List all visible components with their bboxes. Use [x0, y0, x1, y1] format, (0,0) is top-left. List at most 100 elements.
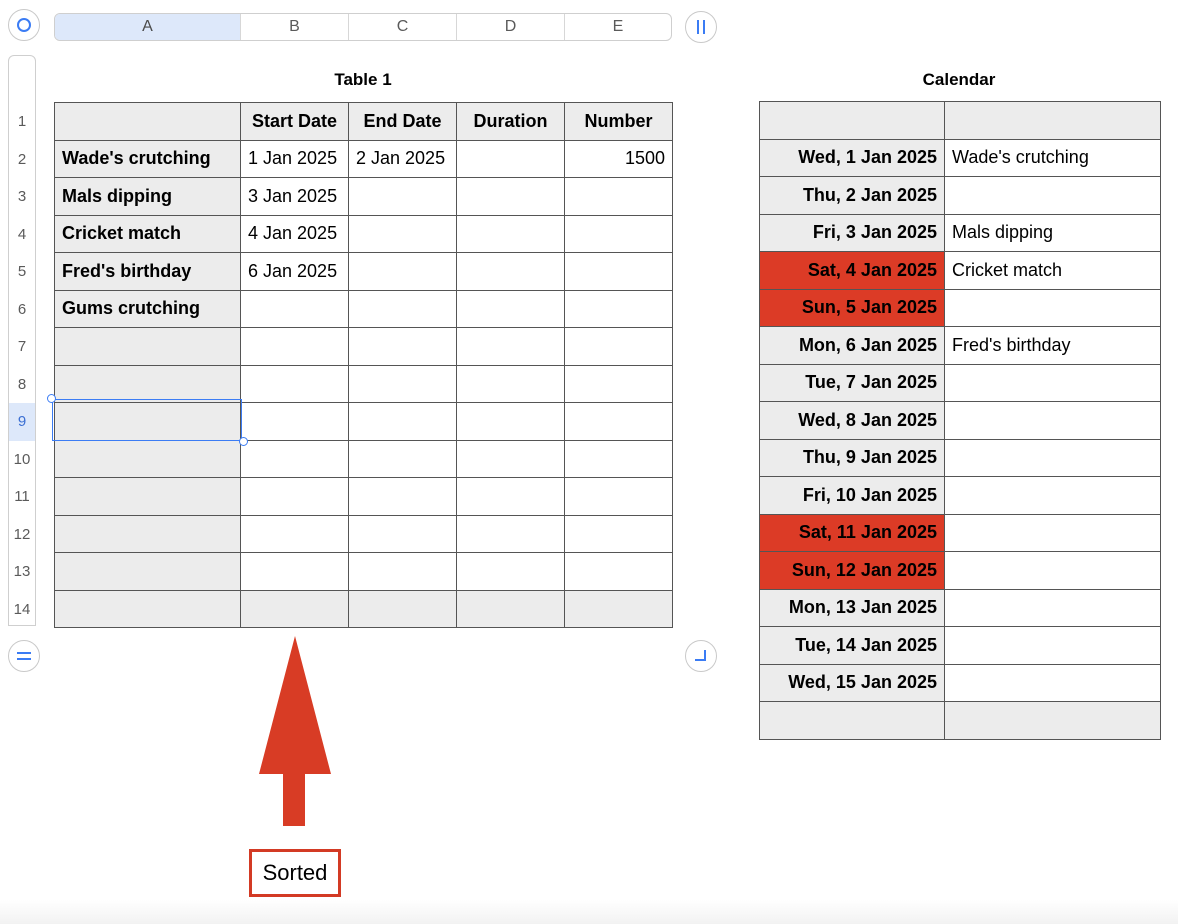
cell-d1[interactable]: Duration: [456, 102, 565, 141]
row-header-13[interactable]: 13: [9, 553, 35, 591]
calendar-date-cell[interactable]: Wed, 8 Jan 2025: [759, 401, 945, 440]
cell-d9[interactable]: [456, 402, 565, 441]
cell-a4[interactable]: Cricket match: [54, 214, 241, 253]
calendar-event-cell[interactable]: Fred's birthday: [944, 326, 1161, 365]
cell-c12[interactable]: [348, 514, 457, 553]
column-header-e[interactable]: E: [565, 14, 671, 40]
calendar-date-cell[interactable]: Thu, 9 Jan 2025: [759, 438, 945, 477]
calendar-event-cell[interactable]: [944, 513, 1161, 552]
calendar-event-cell[interactable]: [944, 401, 1161, 440]
calendar-event-cell[interactable]: [944, 176, 1161, 215]
row-header-9[interactable]: 9: [9, 403, 35, 441]
cell-c3[interactable]: [348, 177, 457, 216]
calendar-date-cell[interactable]: Sun, 12 Jan 2025: [759, 551, 945, 590]
calendar-event-cell[interactable]: [944, 288, 1161, 327]
cell-b9[interactable]: [240, 402, 349, 441]
calendar-event-cell[interactable]: [944, 663, 1161, 702]
cell-c14[interactable]: [348, 589, 457, 628]
cell-b12[interactable]: [240, 514, 349, 553]
cell-e7[interactable]: [564, 327, 673, 366]
calendar-footer-cell[interactable]: [944, 701, 1161, 740]
cell-a1[interactable]: [54, 102, 241, 141]
cell-e2[interactable]: 1500: [564, 139, 673, 178]
cell-b13[interactable]: [240, 552, 349, 591]
calendar-date-cell[interactable]: Mon, 13 Jan 2025: [759, 588, 945, 627]
cell-d2[interactable]: [456, 139, 565, 178]
cell-e6[interactable]: [564, 289, 673, 328]
cell-c4[interactable]: [348, 214, 457, 253]
cell-c1[interactable]: End Date: [348, 102, 457, 141]
row-header-1[interactable]: 1: [9, 103, 35, 141]
calendar-date-cell[interactable]: Mon, 6 Jan 2025: [759, 326, 945, 365]
cell-b4[interactable]: 4 Jan 2025: [240, 214, 349, 253]
cell-c9[interactable]: [348, 402, 457, 441]
cell-a14[interactable]: [54, 589, 241, 628]
calendar-event-cell[interactable]: [944, 476, 1161, 515]
calendar-footer-cell[interactable]: [759, 701, 945, 740]
row-header-5[interactable]: 5: [9, 253, 35, 291]
calendar-date-cell[interactable]: Fri, 10 Jan 2025: [759, 476, 945, 515]
cell-c7[interactable]: [348, 327, 457, 366]
cell-a11[interactable]: [54, 477, 241, 516]
cell-e9[interactable]: [564, 402, 673, 441]
cell-e3[interactable]: [564, 177, 673, 216]
cell-e8[interactable]: [564, 364, 673, 403]
cell-c8[interactable]: [348, 364, 457, 403]
row-header-12[interactable]: 12: [9, 516, 35, 554]
cell-a2[interactable]: Wade's crutching: [54, 139, 241, 178]
calendar-event-cell[interactable]: [944, 438, 1161, 477]
cell-e12[interactable]: [564, 514, 673, 553]
calendar-event-cell[interactable]: [944, 551, 1161, 590]
calendar-date-cell[interactable]: Tue, 14 Jan 2025: [759, 626, 945, 665]
cell-e5[interactable]: [564, 252, 673, 291]
cell-d5[interactable]: [456, 252, 565, 291]
cell-b14[interactable]: [240, 589, 349, 628]
column-header-a[interactable]: A: [55, 14, 241, 40]
cell-d10[interactable]: [456, 439, 565, 478]
cell-d13[interactable]: [456, 552, 565, 591]
selection-handle-bottom-right[interactable]: [239, 437, 248, 446]
calendar-event-cell[interactable]: Wade's crutching: [944, 138, 1161, 177]
cell-a12[interactable]: [54, 514, 241, 553]
cell-d14[interactable]: [456, 589, 565, 628]
column-header-b[interactable]: B: [241, 14, 349, 40]
row-header-11[interactable]: 11: [9, 478, 35, 516]
cell-b2[interactable]: 1 Jan 2025: [240, 139, 349, 178]
cell-a10[interactable]: [54, 439, 241, 478]
cell-b7[interactable]: [240, 327, 349, 366]
cell-e10[interactable]: [564, 439, 673, 478]
calendar-event-cell[interactable]: [944, 626, 1161, 665]
cell-a9[interactable]: [54, 402, 241, 441]
table-resize-button[interactable]: [685, 640, 717, 672]
cell-b11[interactable]: [240, 477, 349, 516]
calendar-date-cell[interactable]: Wed, 15 Jan 2025: [759, 663, 945, 702]
row-header-7[interactable]: 7: [9, 328, 35, 366]
cell-b5[interactable]: 6 Jan 2025: [240, 252, 349, 291]
cell-b8[interactable]: [240, 364, 349, 403]
cell-d4[interactable]: [456, 214, 565, 253]
calendar-date-cell[interactable]: Sat, 4 Jan 2025: [759, 251, 945, 290]
cell-c10[interactable]: [348, 439, 457, 478]
cell-e1[interactable]: Number: [564, 102, 673, 141]
column-header-c[interactable]: C: [349, 14, 457, 40]
cell-d7[interactable]: [456, 327, 565, 366]
cell-a6[interactable]: Gums crutching: [54, 289, 241, 328]
cell-e13[interactable]: [564, 552, 673, 591]
calendar-event-cell[interactable]: Mals dipping: [944, 213, 1161, 252]
calendar-date-cell[interactable]: Wed, 1 Jan 2025: [759, 138, 945, 177]
row-header-14[interactable]: 14: [9, 591, 35, 629]
cell-c5[interactable]: [348, 252, 457, 291]
cell-a5[interactable]: Fred's birthday: [54, 252, 241, 291]
cell-c6[interactable]: [348, 289, 457, 328]
select-table-button[interactable]: [8, 9, 40, 41]
cell-d12[interactable]: [456, 514, 565, 553]
row-header-3[interactable]: 3: [9, 178, 35, 216]
cell-a13[interactable]: [54, 552, 241, 591]
row-header-8[interactable]: 8: [9, 366, 35, 404]
row-resize-button[interactable]: [8, 640, 40, 672]
calendar-date-cell[interactable]: Sun, 5 Jan 2025: [759, 288, 945, 327]
cell-c11[interactable]: [348, 477, 457, 516]
cell-d6[interactable]: [456, 289, 565, 328]
cell-e11[interactable]: [564, 477, 673, 516]
row-header-4[interactable]: 4: [9, 216, 35, 254]
